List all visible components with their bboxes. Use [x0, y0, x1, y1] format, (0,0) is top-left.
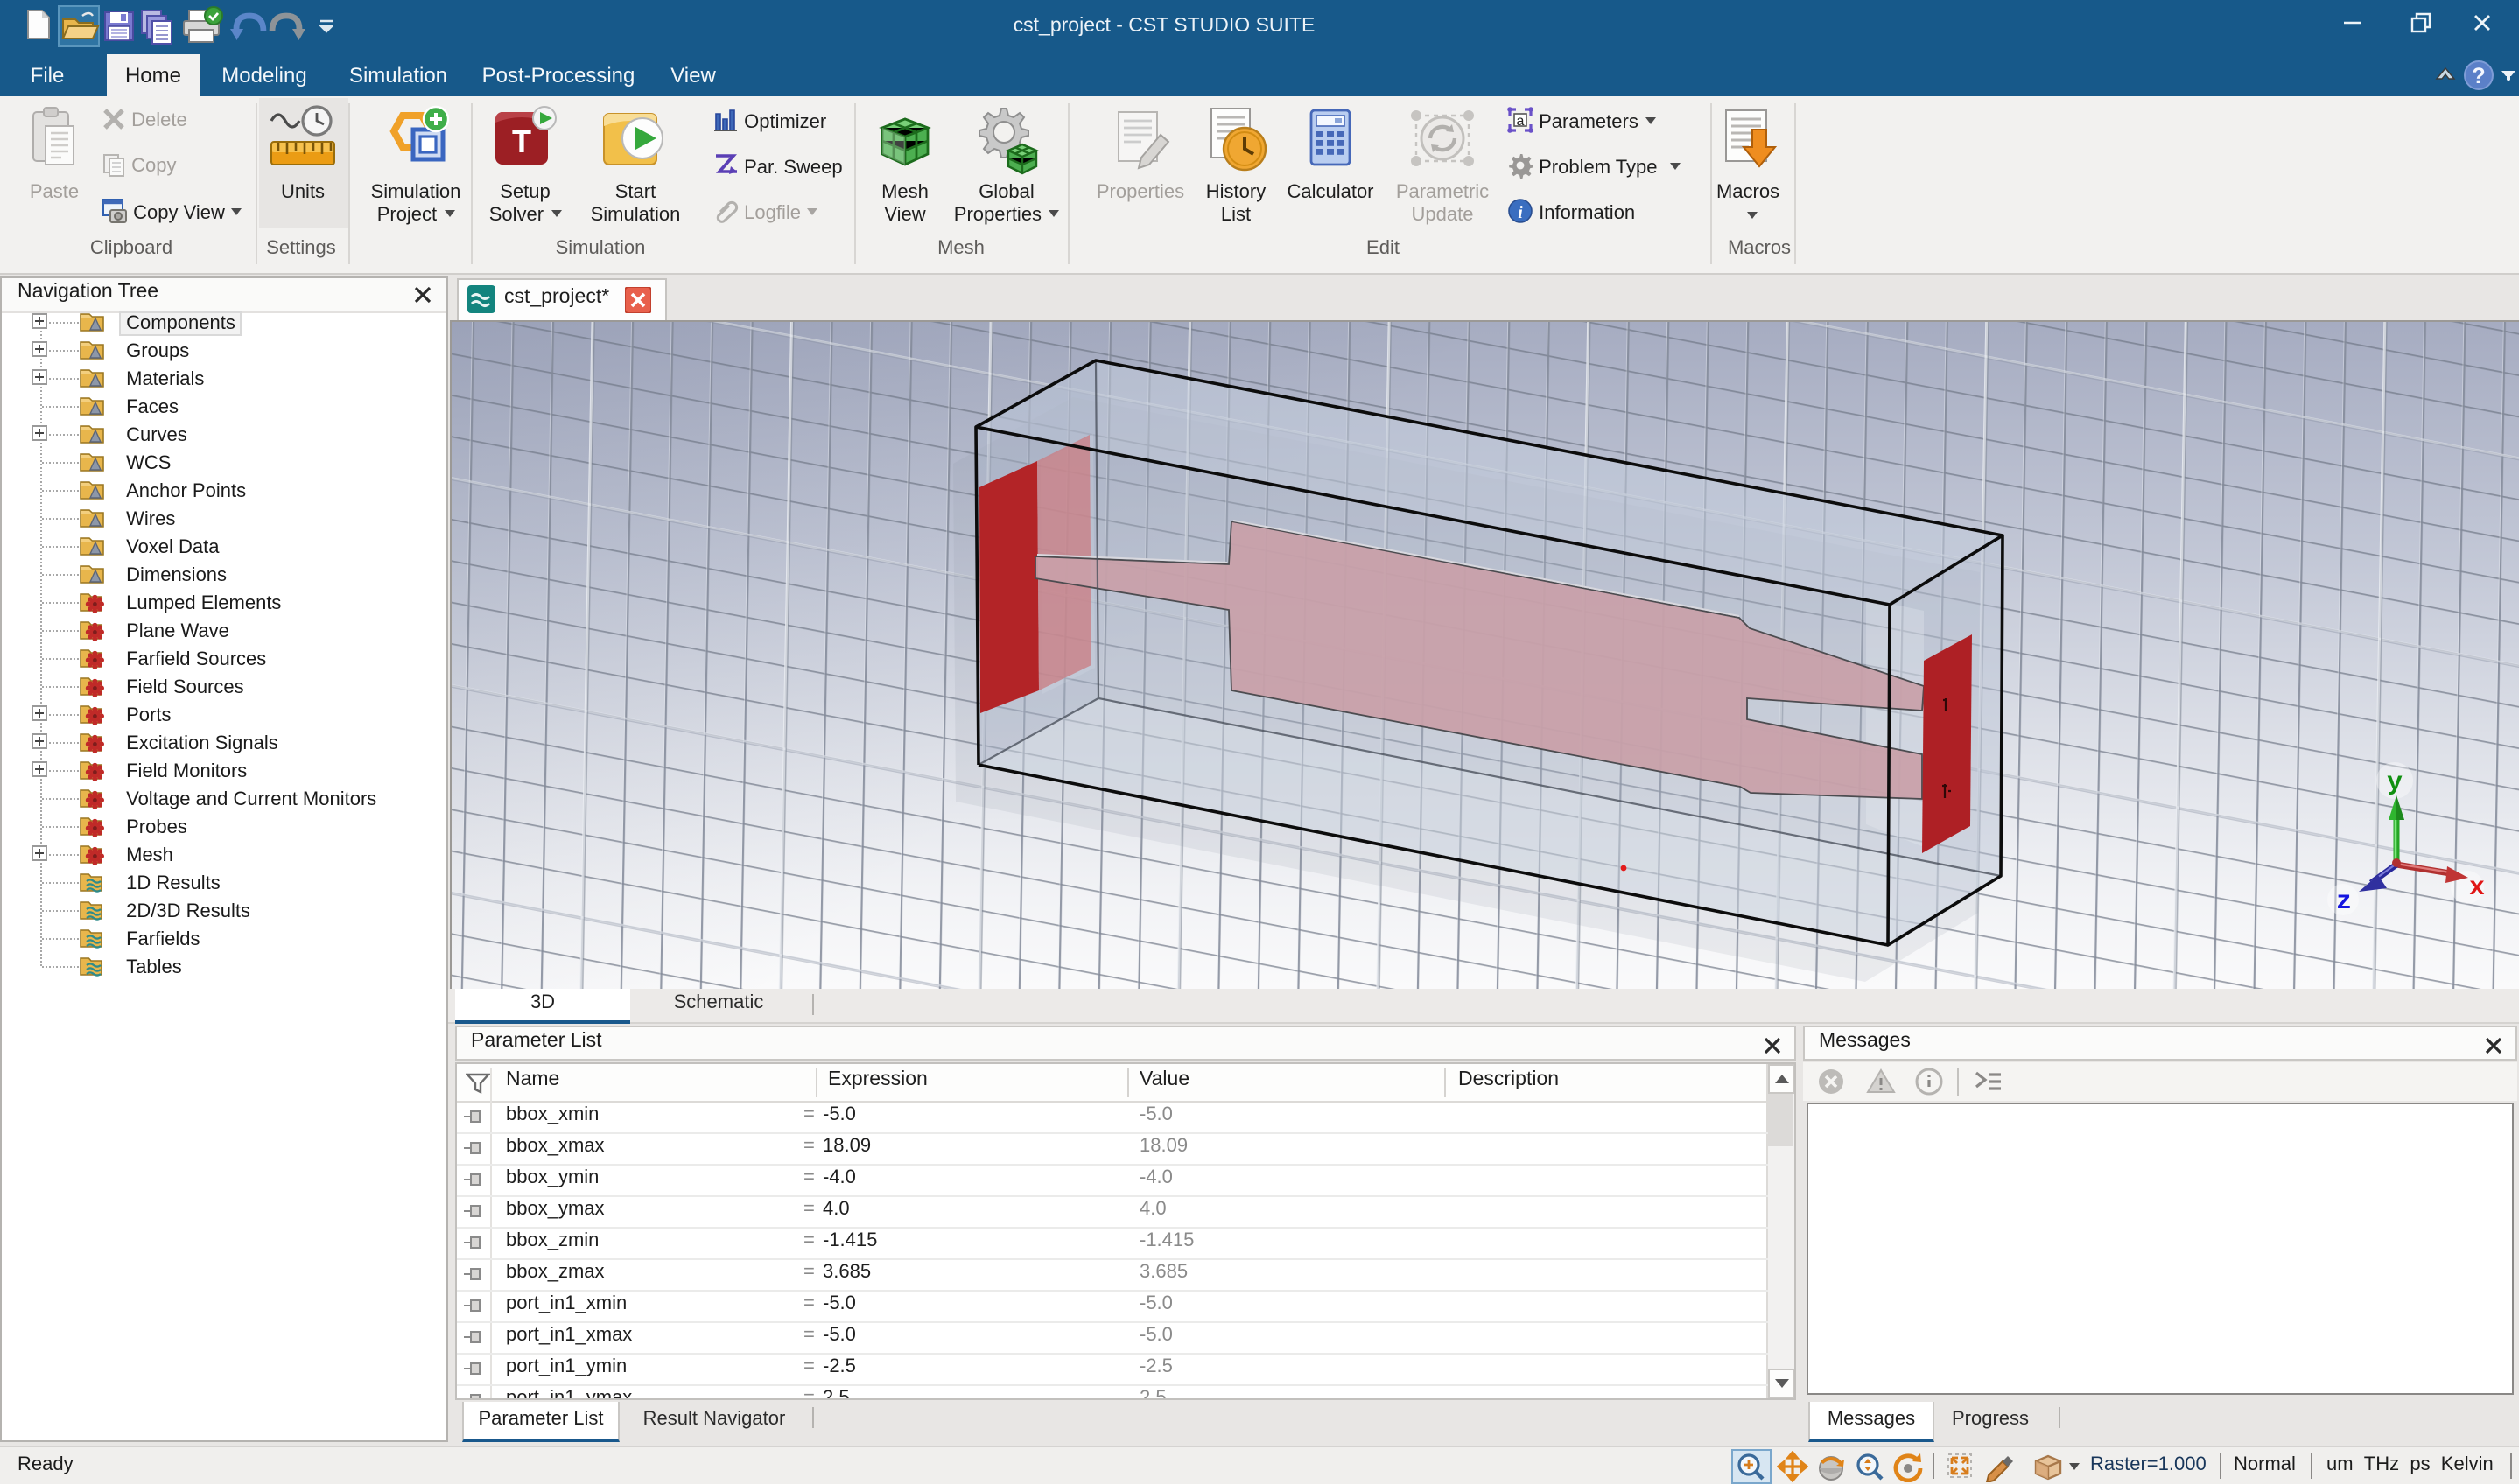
svg-text:a: a — [1517, 114, 1525, 129]
svg-text:T: T — [512, 123, 531, 159]
svg-text:z: z — [2336, 887, 2352, 917]
svg-text:x: x — [2469, 873, 2485, 903]
svg-text:i: i — [1518, 203, 1523, 222]
svg-text:?: ? — [2472, 64, 2485, 88]
svg-text:y: y — [2387, 768, 2403, 798]
